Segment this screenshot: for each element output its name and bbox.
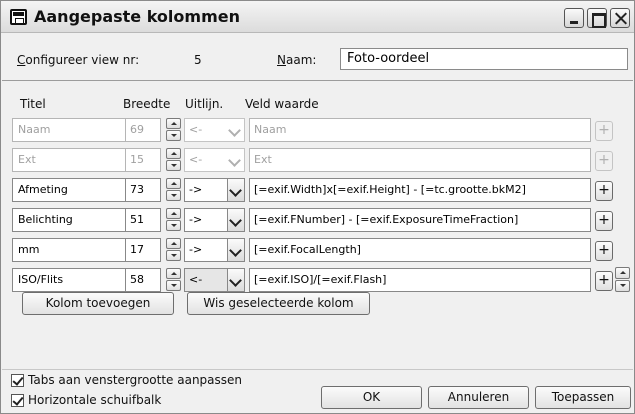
spin-up-icon[interactable] — [166, 238, 181, 249]
chevron-down-icon[interactable] — [227, 209, 244, 231]
title-bar[interactable]: Aangepaste kolommen — [1, 1, 634, 33]
spin-up-icon[interactable] — [166, 268, 181, 279]
save-disk-icon — [10, 9, 27, 25]
move-row-spinner[interactable] — [615, 267, 630, 293]
align-select[interactable]: -> — [184, 208, 245, 232]
view-config-panel: Configureer view nr: 5 Naam: Foto-oordee… — [2, 34, 633, 81]
field-value-input[interactable]: [=exif.FNumber] - [=exif.ExposureTimeFra… — [249, 208, 591, 232]
col-header-width: Breedte — [123, 97, 171, 111]
align-value: -> — [189, 183, 203, 196]
align-value: -> — [189, 243, 203, 256]
insert-field-button[interactable]: + — [595, 271, 613, 291]
col-header-title: Titel — [20, 97, 46, 111]
column-title-input[interactable]: Afmeting — [12, 178, 128, 202]
tabs-fit-checkbox[interactable] — [11, 374, 24, 387]
insert-field-button[interactable]: + — [595, 181, 613, 201]
column-row: Naam 69 <- Naam + — [9, 118, 633, 144]
align-select[interactable]: <- — [184, 148, 245, 172]
align-select[interactable]: -> — [184, 178, 245, 202]
column-width-input[interactable]: 58 — [125, 268, 161, 292]
align-value: <- — [189, 123, 203, 136]
chevron-down-icon[interactable] — [227, 239, 244, 261]
align-select[interactable]: <- — [184, 268, 245, 292]
align-select[interactable]: -> — [184, 238, 245, 262]
add-column-button[interactable]: Kolom toevoegen — [22, 292, 174, 315]
window-title: Aangepaste kolommen — [34, 7, 240, 26]
column-title-input[interactable]: mm — [12, 238, 128, 262]
field-value-input[interactable]: Ext — [249, 148, 591, 172]
column-width-input[interactable]: 15 — [125, 148, 161, 172]
field-value-input[interactable]: Naam — [249, 118, 591, 142]
hscroll-label: Horizontale schuifbalk — [28, 393, 162, 407]
hscroll-checkbox[interactable] — [11, 394, 24, 407]
minimize-button[interactable] — [564, 8, 584, 28]
column-width-input[interactable]: 69 — [125, 118, 161, 142]
column-title-input[interactable]: Naam — [12, 118, 128, 142]
insert-field-button[interactable]: + — [595, 151, 613, 171]
cancel-button[interactable]: Annuleren — [428, 386, 529, 409]
column-title-input[interactable]: ISO/Flits — [12, 268, 128, 292]
chevron-down-icon[interactable] — [227, 149, 244, 171]
delete-selected-column-button[interactable]: Wis geselecteerde kolom — [187, 292, 370, 315]
spin-down-icon[interactable] — [166, 280, 181, 291]
maximize-button[interactable] — [587, 8, 607, 28]
column-width-input[interactable]: 17 — [125, 238, 161, 262]
move-up-icon[interactable] — [615, 267, 630, 279]
align-value: <- — [189, 153, 203, 166]
width-spinner[interactable] — [166, 268, 181, 292]
field-value-input[interactable]: [=exif.ISO]/[=exif.Flash] — [249, 268, 591, 292]
insert-field-button[interactable]: + — [595, 211, 613, 231]
spin-up-icon[interactable] — [166, 208, 181, 219]
view-number-label: Configureer view nr: — [17, 53, 140, 67]
width-spinner[interactable] — [166, 238, 181, 262]
spin-down-icon[interactable] — [166, 130, 181, 141]
spin-down-icon[interactable] — [166, 190, 181, 201]
view-number-value: 5 — [194, 53, 202, 67]
field-value-input[interactable]: [=exif.FocalLength] — [249, 238, 591, 262]
column-row-selected: ISO/Flits 58 <- [=exif.ISO]/[=exif.Flash… — [9, 267, 633, 294]
spin-down-icon[interactable] — [166, 250, 181, 261]
chevron-down-icon[interactable] — [227, 119, 244, 141]
name-label: Naam: — [277, 53, 317, 67]
width-spinner[interactable] — [166, 118, 181, 142]
move-down-icon[interactable] — [615, 280, 630, 292]
column-row: mm 17 -> [=exif.FocalLength] + — [9, 238, 633, 264]
col-header-align: Uitlijn. — [185, 97, 224, 111]
column-row: Belichting 51 -> [=exif.FNumber] - [=exi… — [9, 208, 633, 234]
insert-field-button[interactable]: + — [595, 241, 613, 261]
spin-down-icon[interactable] — [166, 160, 181, 171]
spin-up-icon[interactable] — [166, 178, 181, 189]
column-row: Afmeting 73 -> [=exif.Width]x[=exif.Heig… — [9, 178, 633, 204]
close-button[interactable] — [610, 8, 630, 28]
column-width-input[interactable]: 51 — [125, 208, 161, 232]
spin-up-icon[interactable] — [166, 148, 181, 159]
column-title-input[interactable]: Belichting — [12, 208, 128, 232]
align-value: -> — [189, 213, 203, 226]
spin-up-icon[interactable] — [166, 118, 181, 129]
column-row: Ext 15 <- Ext + — [9, 148, 633, 174]
col-header-field: Veld waarde — [245, 97, 319, 111]
align-value: <- — [189, 273, 203, 286]
name-label-text: aam: — [285, 53, 317, 67]
apply-button[interactable]: Toepassen — [535, 386, 631, 409]
column-title-input[interactable]: Ext — [12, 148, 128, 172]
column-width-input[interactable]: 73 — [125, 178, 161, 202]
columns-grid: Titel Breedte Uitlijn. Veld waarde Naam … — [9, 91, 633, 361]
ok-button[interactable]: OK — [321, 386, 422, 409]
align-select[interactable]: <- — [184, 118, 245, 142]
view-number-label-text: onfigureer view nr: — [25, 53, 140, 67]
chevron-down-icon[interactable] — [227, 269, 244, 291]
spin-down-icon[interactable] — [166, 220, 181, 231]
divider — [2, 369, 633, 370]
name-input[interactable]: Foto-oordeel — [340, 48, 628, 70]
tabs-fit-label: Tabs aan venstergrootte aanpassen — [28, 373, 243, 387]
width-spinner[interactable] — [166, 208, 181, 232]
insert-field-button[interactable]: + — [595, 121, 613, 141]
width-spinner[interactable] — [166, 148, 181, 172]
dialog-window: Aangepaste kolommen Configureer view nr:… — [0, 0, 635, 414]
width-spinner[interactable] — [166, 178, 181, 202]
chevron-down-icon[interactable] — [227, 179, 244, 201]
field-value-input[interactable]: [=exif.Width]x[=exif.Height] - [=tc.groo… — [249, 178, 591, 202]
